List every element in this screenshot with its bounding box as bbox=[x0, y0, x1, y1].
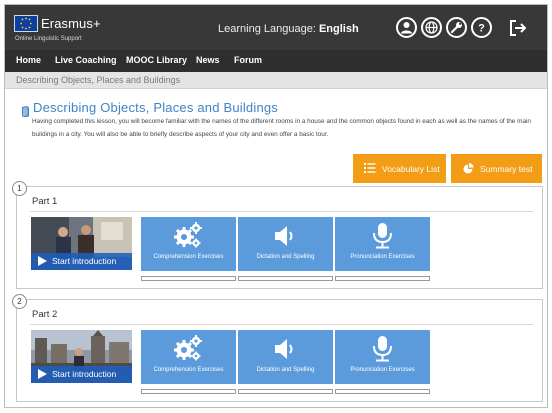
comprehension-progress-bar bbox=[141, 276, 236, 281]
svg-text:?: ? bbox=[478, 23, 485, 35]
speaker-icon bbox=[275, 226, 293, 246]
video-start-bar[interactable]: Start introduction bbox=[31, 253, 132, 270]
pie-chart-icon bbox=[463, 163, 474, 176]
gears-icon bbox=[174, 335, 202, 361]
play-icon bbox=[38, 369, 47, 379]
pronunciation-exercises-tile[interactable]: Pronunciation Exercises bbox=[335, 330, 430, 384]
menu-item-forum[interactable]: Forum bbox=[234, 55, 262, 65]
pronunciation-exercises-tile[interactable]: Pronunciation Exercises bbox=[335, 217, 430, 271]
menu-item-mooc-library[interactable]: MOOC Library bbox=[126, 55, 187, 65]
pronunciation-progress-bar bbox=[335, 276, 430, 281]
summary-test-button[interactable]: Summary test bbox=[451, 154, 542, 183]
book-icon bbox=[21, 104, 30, 118]
user-icon[interactable] bbox=[396, 17, 417, 38]
app-window: Erasmus+ Online Linguistic Support Learn… bbox=[4, 4, 548, 408]
learning-language-prefix: Learning Language: bbox=[218, 23, 319, 35]
gears-icon bbox=[174, 222, 202, 248]
start-introduction-label: Start introduction bbox=[52, 256, 117, 266]
breadcrumb: Describing Objects, Places and Buildings bbox=[5, 72, 547, 89]
tile-label: Comprehension Exercises bbox=[153, 254, 224, 260]
vocabulary-list-label: Vocabulary List bbox=[382, 164, 440, 174]
dictation-spelling-tile[interactable]: Dictation and Spelling bbox=[238, 330, 333, 384]
erasmus-logo[interactable]: Erasmus+ Online Linguistic Support bbox=[14, 15, 124, 45]
lesson-part-2: 2 Part 2 Start introduction Comprehensio… bbox=[12, 294, 543, 402]
part-number-badge: 2 bbox=[12, 294, 27, 309]
start-introduction-label: Start introduction bbox=[52, 369, 117, 379]
video-start-bar[interactable]: Start introduction bbox=[31, 366, 132, 383]
play-icon bbox=[38, 256, 47, 266]
eu-flag-icon bbox=[14, 15, 38, 32]
vocabulary-list-button[interactable]: Vocabulary List bbox=[353, 154, 446, 183]
part-title: Part 1 bbox=[32, 196, 58, 207]
help-icon[interactable]: ? bbox=[471, 17, 492, 38]
dictation-progress-bar bbox=[238, 276, 333, 281]
tile-label: Comprehension Exercises bbox=[153, 367, 224, 373]
breadcrumb-current: Describing Objects, Places and Buildings bbox=[16, 75, 181, 85]
microphone-icon bbox=[373, 336, 392, 362]
learning-language: Learning Language: English bbox=[218, 23, 359, 35]
list-icon bbox=[364, 163, 376, 175]
dictation-progress-bar bbox=[238, 389, 333, 394]
part-title: Part 2 bbox=[32, 309, 58, 320]
dictation-spelling-tile[interactable]: Dictation and Spelling bbox=[238, 217, 333, 271]
part-divider bbox=[30, 324, 533, 325]
summary-test-label: Summary test bbox=[480, 164, 533, 174]
tile-label: Dictation and Spelling bbox=[256, 367, 315, 373]
comprehension-progress-bar bbox=[141, 389, 236, 394]
menu-item-news[interactable]: News bbox=[196, 55, 220, 65]
globe-icon[interactable] bbox=[421, 17, 442, 38]
intro-video-thumbnail[interactable]: Start introduction bbox=[31, 330, 132, 383]
pronunciation-progress-bar bbox=[335, 389, 430, 394]
part-number-badge: 1 bbox=[12, 181, 27, 196]
comprehension-exercises-tile[interactable]: Comprehension Exercises bbox=[141, 330, 236, 384]
top-header: Erasmus+ Online Linguistic Support Learn… bbox=[5, 5, 547, 50]
menu-item-live-coaching[interactable]: Live Coaching bbox=[55, 55, 117, 65]
brand-subtitle: Online Linguistic Support bbox=[15, 36, 82, 42]
main-menu: Home Live Coaching MOOC Library News For… bbox=[5, 50, 547, 72]
comprehension-exercises-tile[interactable]: Comprehension Exercises bbox=[141, 217, 236, 271]
part-divider bbox=[30, 211, 533, 212]
lesson-title: Describing Objects, Places and Buildings bbox=[33, 100, 279, 115]
wrench-icon[interactable] bbox=[446, 17, 467, 38]
intro-video-thumbnail[interactable]: Start introduction bbox=[31, 217, 132, 270]
tile-label: Dictation and Spelling bbox=[256, 254, 315, 260]
tile-label: Pronunciation Exercises bbox=[350, 254, 415, 260]
brand-name: Erasmus+ bbox=[41, 16, 101, 31]
learning-language-value: English bbox=[318, 23, 359, 35]
microphone-icon bbox=[373, 223, 392, 249]
lesson-description: Having completed this lesson, you will b… bbox=[32, 118, 531, 138]
tile-label: Pronunciation Exercises bbox=[350, 367, 415, 373]
menu-item-home[interactable]: Home bbox=[16, 55, 41, 65]
logout-icon[interactable] bbox=[508, 18, 528, 38]
speaker-icon bbox=[275, 339, 293, 359]
lesson-part-1: 1 Part 1 Start introduction Comprehensio… bbox=[12, 181, 543, 289]
